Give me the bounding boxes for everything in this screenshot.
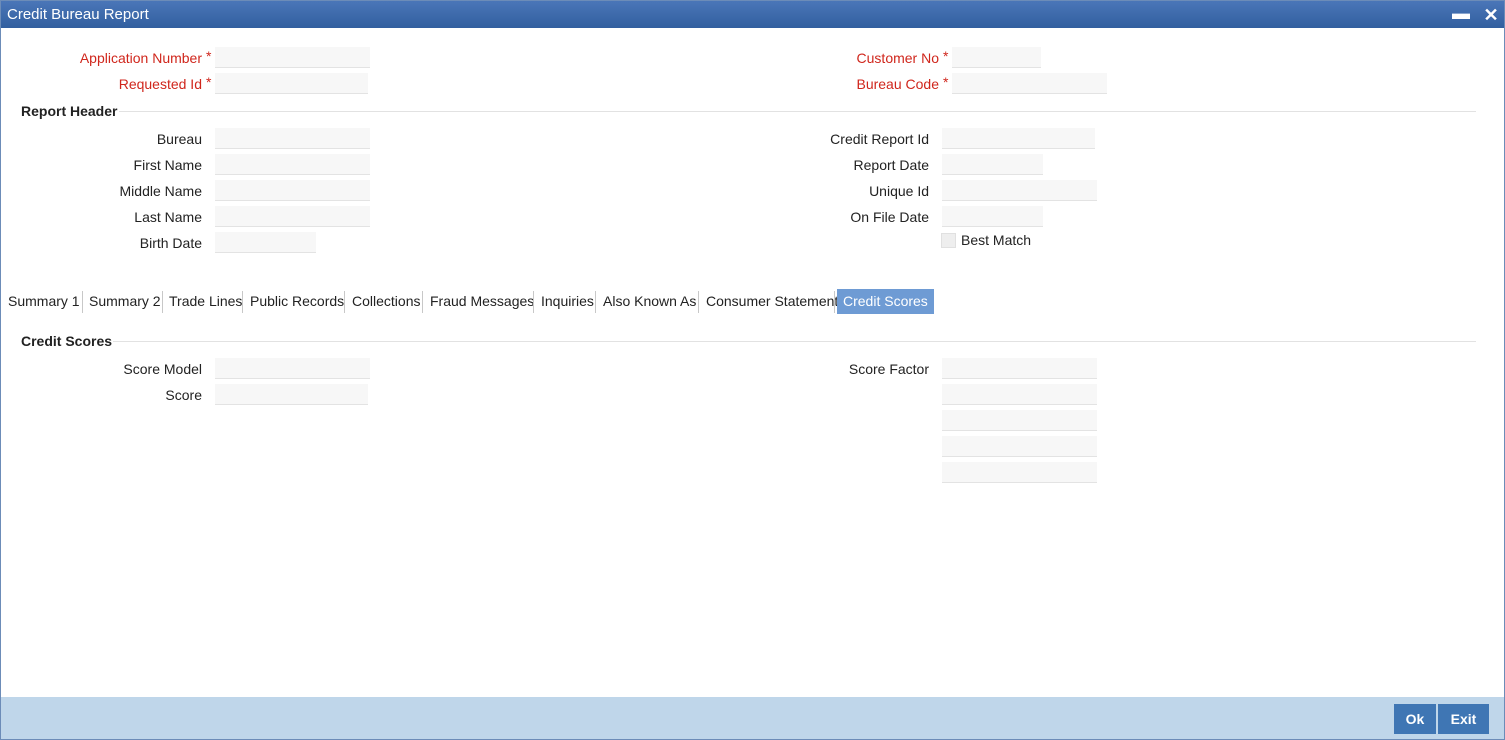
tab-summary-1[interactable]: Summary 1 [8, 289, 80, 314]
birth-date-field[interactable] [215, 232, 316, 253]
report-date-field[interactable] [942, 154, 1043, 175]
last-name-field[interactable] [215, 206, 370, 227]
score-factor-label: Score Factor [848, 361, 929, 377]
tab-separator [82, 291, 83, 313]
tab-also-known-as[interactable]: Also Known As [603, 289, 696, 314]
ok-button[interactable]: Ok [1394, 704, 1436, 734]
bureau-code-label: Bureau Code [856, 76, 939, 92]
credit-scores-title: Credit Scores [21, 333, 113, 349]
score-label: Score [165, 387, 202, 403]
tab-separator [242, 291, 243, 313]
bureau-code-field[interactable] [952, 73, 1107, 94]
tab-public-records[interactable]: Public Records [250, 289, 344, 314]
tab-consumer-statement[interactable]: Consumer Statement [706, 289, 838, 314]
tab-fraud-messages[interactable]: Fraud Messages [430, 289, 534, 314]
tab-inquiries[interactable]: Inquiries [541, 289, 594, 314]
required-marker: * [206, 48, 212, 64]
tab-separator [162, 291, 163, 313]
bureau-field[interactable] [215, 128, 370, 149]
score-model-label: Score Model [123, 361, 202, 377]
required-marker: * [943, 48, 949, 64]
window-title: Credit Bureau Report [7, 6, 149, 23]
credit-bureau-report-window: Credit Bureau Report ▬ ✕ Application Num… [0, 0, 1505, 740]
customer-no-field[interactable] [952, 47, 1041, 68]
customer-no-label: Customer No [856, 50, 939, 66]
tab-credit-scores[interactable]: Credit Scores [837, 289, 934, 314]
first-name-field[interactable] [215, 154, 370, 175]
credit-report-id-field[interactable] [942, 128, 1095, 149]
tab-separator [344, 291, 345, 313]
middle-name-label: Middle Name [119, 183, 202, 199]
tab-summary-2[interactable]: Summary 2 [89, 289, 161, 314]
best-match-checkbox[interactable] [941, 233, 956, 248]
score-factor-field-5[interactable] [942, 462, 1097, 483]
score-model-field[interactable] [215, 358, 370, 379]
birth-date-label: Birth Date [139, 235, 202, 251]
score-field[interactable] [215, 384, 368, 405]
credit-report-id-label: Credit Report Id [830, 131, 929, 147]
exit-button[interactable]: Exit [1438, 704, 1489, 734]
tab-trade-lines[interactable]: Trade Lines [169, 289, 242, 314]
tab-separator [834, 291, 835, 313]
unique-id-label: Unique Id [869, 183, 929, 199]
on-file-date-label: On File Date [850, 209, 929, 225]
score-factor-field-2[interactable] [942, 384, 1097, 405]
report-date-label: Report Date [853, 157, 929, 173]
application-number-label: Application Number [79, 50, 202, 66]
section-divider [113, 341, 1476, 342]
required-marker: * [943, 74, 949, 90]
required-marker: * [206, 74, 212, 90]
tab-collections[interactable]: Collections [352, 289, 420, 314]
title-bar: Credit Bureau Report ▬ ✕ [1, 1, 1504, 28]
bureau-label: Bureau [156, 131, 202, 147]
requested-id-field[interactable] [215, 73, 368, 94]
minimize-icon[interactable]: ▬ [1450, 4, 1472, 26]
close-icon[interactable]: ✕ [1480, 4, 1502, 26]
section-divider [119, 111, 1476, 112]
unique-id-field[interactable] [942, 180, 1097, 201]
score-factor-field-1[interactable] [942, 358, 1097, 379]
footer-bar [1, 697, 1504, 739]
tab-separator [595, 291, 596, 313]
first-name-label: First Name [133, 157, 202, 173]
requested-id-label: Requested Id [118, 76, 202, 92]
score-factor-field-4[interactable] [942, 436, 1097, 457]
tab-separator [698, 291, 699, 313]
best-match-label: Best Match [961, 232, 1032, 248]
score-factor-field-3[interactable] [942, 410, 1097, 431]
middle-name-field[interactable] [215, 180, 370, 201]
tab-separator [422, 291, 423, 313]
tab-separator [533, 291, 534, 313]
on-file-date-field[interactable] [942, 206, 1043, 227]
report-header-title: Report Header [21, 103, 118, 119]
application-number-field[interactable] [215, 47, 370, 68]
last-name-label: Last Name [134, 209, 202, 225]
